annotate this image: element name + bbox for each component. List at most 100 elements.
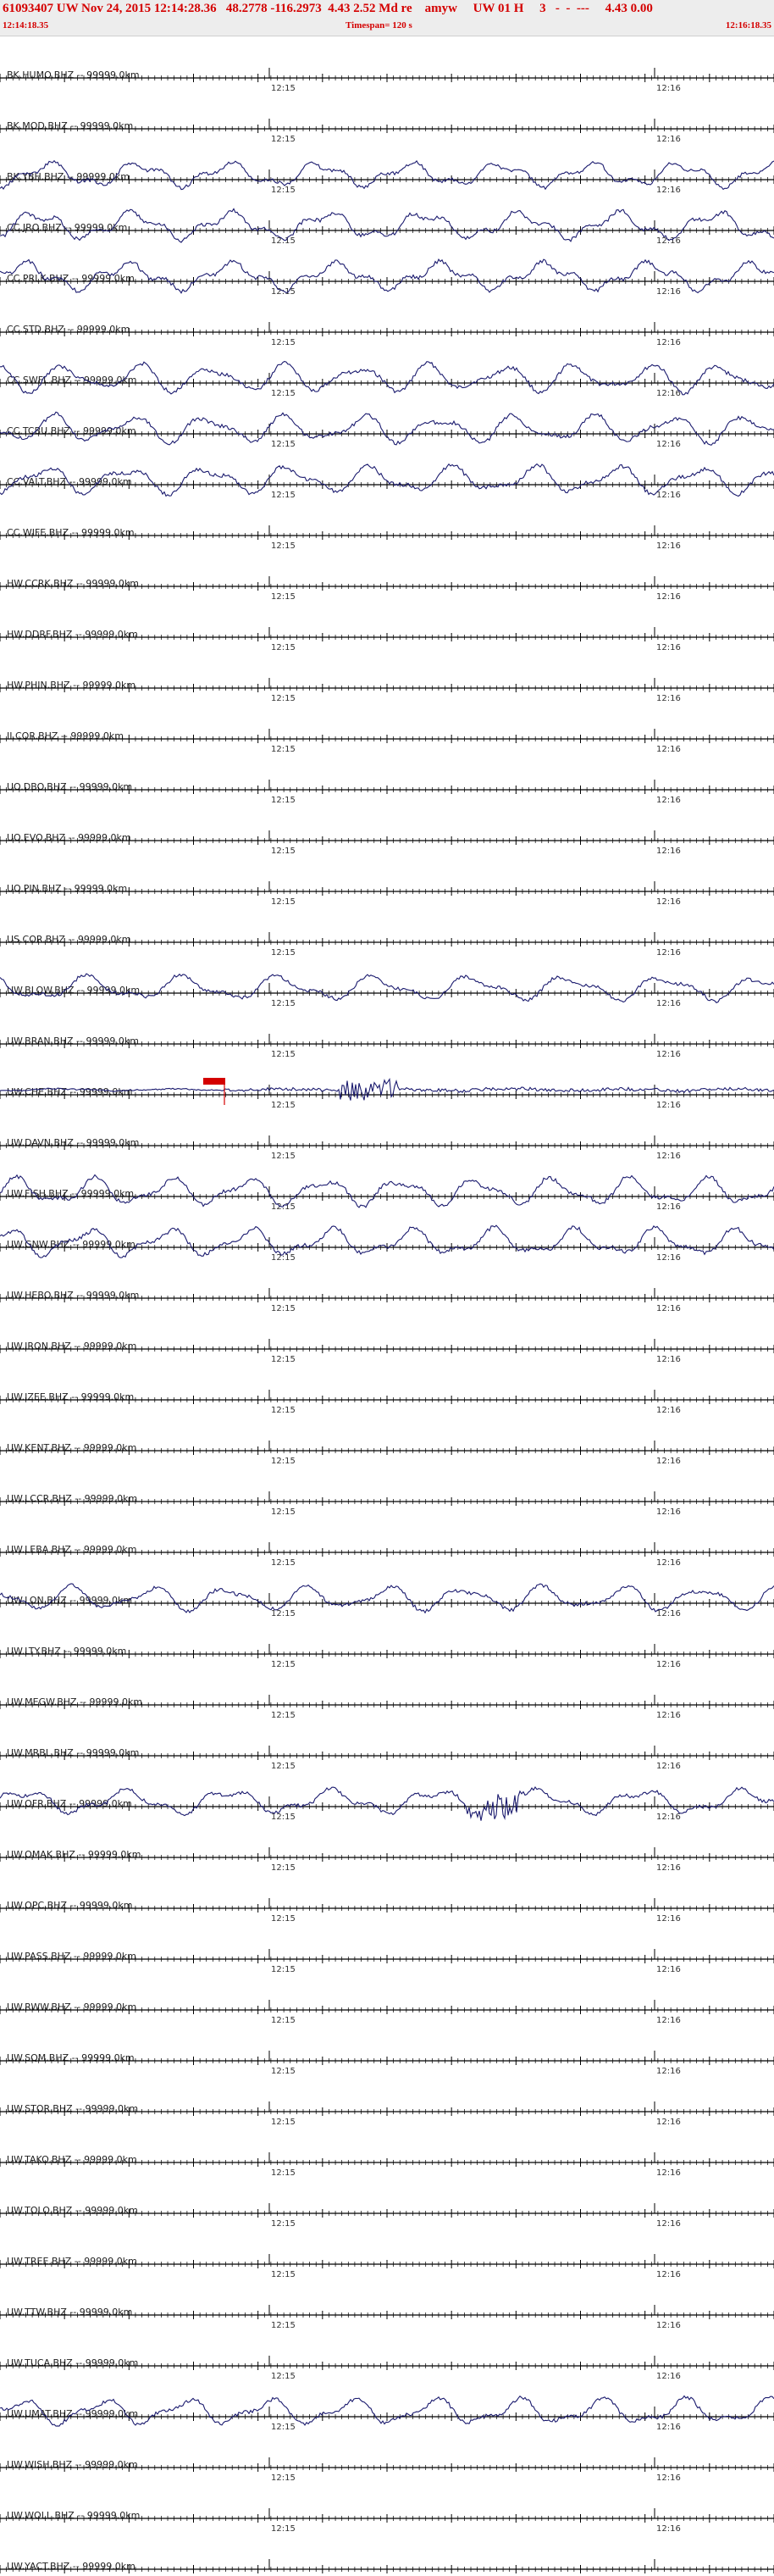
time-tick-label: 12:16 [656, 1101, 681, 1110]
time-tick-label: 12:16 [656, 236, 681, 246]
time-tick-label: 12:16 [656, 1609, 681, 1618]
time-tick-label: 12:16 [656, 1711, 681, 1720]
time-tick-label: 12:16 [656, 1762, 681, 1771]
trace-label: UO.EVO.BHZ -- 99999.0km [7, 832, 131, 843]
time-tick-label: 12:15 [271, 440, 296, 449]
time-tick-label: 12:16 [656, 541, 681, 551]
time-tick-label: 12:16 [656, 135, 681, 144]
trace-label: UW.BRAN.BHZ -- 99999.0km [7, 1035, 139, 1046]
time-tick-label: 12:15 [271, 84, 296, 93]
time-tick-label: 12:16 [656, 796, 681, 805]
event-header: 61093407 UW Nov 24, 2015 12:14:28.36 48.… [0, 0, 774, 36]
time-tick-label: 12:15 [271, 948, 296, 958]
trace-label: UW.MEGW.BHZ -- 99999.0km [7, 1696, 142, 1707]
trace-label: UW.KENT.BHZ -- 99999.0km [7, 1442, 136, 1453]
time-tick-label: 12:15 [271, 1711, 296, 1720]
time-tick-label: 12:16 [656, 847, 681, 856]
time-tick-label: 12:16 [656, 1660, 681, 1669]
time-tick-label: 12:15 [271, 2016, 296, 2025]
trace-label: UW.OMAK.BHZ -- 99999.0km [7, 1849, 141, 1860]
time-tick-label: 12:16 [656, 1914, 681, 1924]
event-title: 61093407 UW Nov 24, 2015 12:14:28.36 48.… [3, 2, 653, 15]
time-tick-label: 12:15 [271, 135, 296, 144]
time-tick-label: 12:16 [656, 643, 681, 652]
seismogram-plot: BK.HUMO.BHZ -- 99999.0km12:15 12:16BK.MOD… [0, 68, 774, 2576]
time-tick-label: 12:15 [271, 1914, 296, 1924]
trace-label: CC.STD.BHZ -- 99999.0km [7, 324, 130, 335]
time-tick-label: 12:16 [656, 592, 681, 602]
time-tick-label: 12:15 [271, 541, 296, 551]
trace-label: UW.MRBL.BHZ -- 99999.0km [7, 1747, 139, 1758]
trace-label: UW.HEBO.BHZ -- 99999.0km [7, 1290, 139, 1301]
time-tick-label: 12:15 [271, 1609, 296, 1618]
time-tick-label: 12:16 [656, 287, 681, 297]
time-tick-label: 12:15 [271, 1507, 296, 1517]
time-tick-label: 12:16 [656, 1965, 681, 1974]
trace-label: UW.LCCR.BHZ -- 99999.0km [7, 1493, 137, 1504]
time-tick-label: 12:16 [656, 389, 681, 398]
end-time: 12:16:18.35 [725, 20, 771, 31]
time-tick-label: 12:16 [656, 491, 681, 500]
time-tick-label: 12:16 [656, 1507, 681, 1517]
time-tick-label: 12:16 [656, 1863, 681, 1873]
time-tick-label: 12:16 [656, 1202, 681, 1212]
trace-label: II.COR.BHZ -- 99999.0km [7, 730, 124, 741]
time-tick-label: 12:15 [271, 1762, 296, 1771]
time-tick-label: 12:16 [656, 1152, 681, 1161]
time-tick-label: 12:15 [271, 491, 296, 500]
trace-label: UW.LEBA.BHZ -- 99999.0km [7, 1544, 136, 1555]
time-tick-label: 12:16 [656, 1253, 681, 1263]
pick-flag [203, 1078, 225, 1085]
time-tick-label: 12:16 [656, 999, 681, 1008]
time-tick-label: 12:15 [271, 1152, 296, 1161]
time-tick-label: 12:15 [271, 1965, 296, 1974]
time-tick-label: 12:16 [656, 440, 681, 449]
time-tick-label: 12:15 [271, 1457, 296, 1466]
time-tick-label: 12:15 [271, 236, 296, 246]
time-tick-label: 12:16 [656, 897, 681, 907]
trace-label: UW.IRON.BHZ -- 99999.0km [7, 1341, 136, 1352]
trace-label: UO.PIN.BHZ -- 99999.0km [7, 883, 127, 894]
time-tick-label: 12:15 [271, 1660, 296, 1669]
start-time: 12:14:18.35 [3, 20, 49, 31]
time-tick-label: 12:15 [271, 389, 296, 398]
timespan-label: Timespan= 120 s [346, 20, 412, 31]
time-tick-label: 12:15 [271, 643, 296, 652]
time-tick-label: 12:15 [271, 745, 296, 754]
time-tick-label: 12:15 [271, 1558, 296, 1568]
time-tick-label: 12:16 [656, 1304, 681, 1313]
time-tick-label: 12:15 [271, 1406, 296, 1415]
time-tick-label: 12:16 [656, 948, 681, 958]
time-tick-label: 12:15 [271, 1050, 296, 1059]
time-tick-label: 12:16 [656, 745, 681, 754]
time-tick-label: 12:15 [271, 796, 296, 805]
time-tick-label: 12:15 [271, 287, 296, 297]
time-tick-label: 12:16 [656, 1558, 681, 1568]
time-tick-label: 12:15 [271, 1863, 296, 1873]
time-tick-label: 12:16 [656, 186, 681, 195]
time-tick-label: 12:15 [271, 694, 296, 703]
time-tick-label: 12:15 [271, 897, 296, 907]
time-tick-label: 12:15 [271, 186, 296, 195]
trace-label: BK.HUMO.BHZ -- 99999.0km [7, 69, 140, 80]
trace-label: UW.RWW.BHZ -- 99999.0km [7, 2001, 136, 2012]
time-tick-label: 12:15 [271, 999, 296, 1008]
time-tick-label: 12:16 [656, 338, 681, 347]
trace-label: UW.LTY.BHZ -- 99999.0km [7, 1646, 126, 1657]
time-tick-label: 12:15 [271, 1355, 296, 1364]
trace-label: UW.PASS.BHZ -- 99999.0km [7, 1951, 136, 1962]
time-tick-label: 12:15 [271, 592, 296, 602]
trace-label: HW.DDRF.BHZ -- 99999.0km [7, 629, 138, 640]
time-tick-label: 12:16 [656, 694, 681, 703]
time-tick-label: 12:16 [656, 1813, 681, 1822]
time-tick-label: 12:16 [656, 1457, 681, 1466]
time-tick-label: 12:16 [656, 1050, 681, 1059]
trace-label: US.COR.BHZ -- 99999.0km [7, 934, 130, 945]
time-tick-label: 12:15 [271, 338, 296, 347]
time-tick-label: 12:16 [656, 84, 681, 93]
trace-label: UW.DAVN.BHZ -- 99999.0km [7, 1137, 139, 1148]
time-tick-label: 12:16 [656, 2016, 681, 2025]
time-tick-label: 12:15 [271, 847, 296, 856]
trace-label: HW.CCRK.BHZ -- 99999.0km [7, 578, 139, 589]
time-tick-label: 12:16 [656, 1355, 681, 1364]
